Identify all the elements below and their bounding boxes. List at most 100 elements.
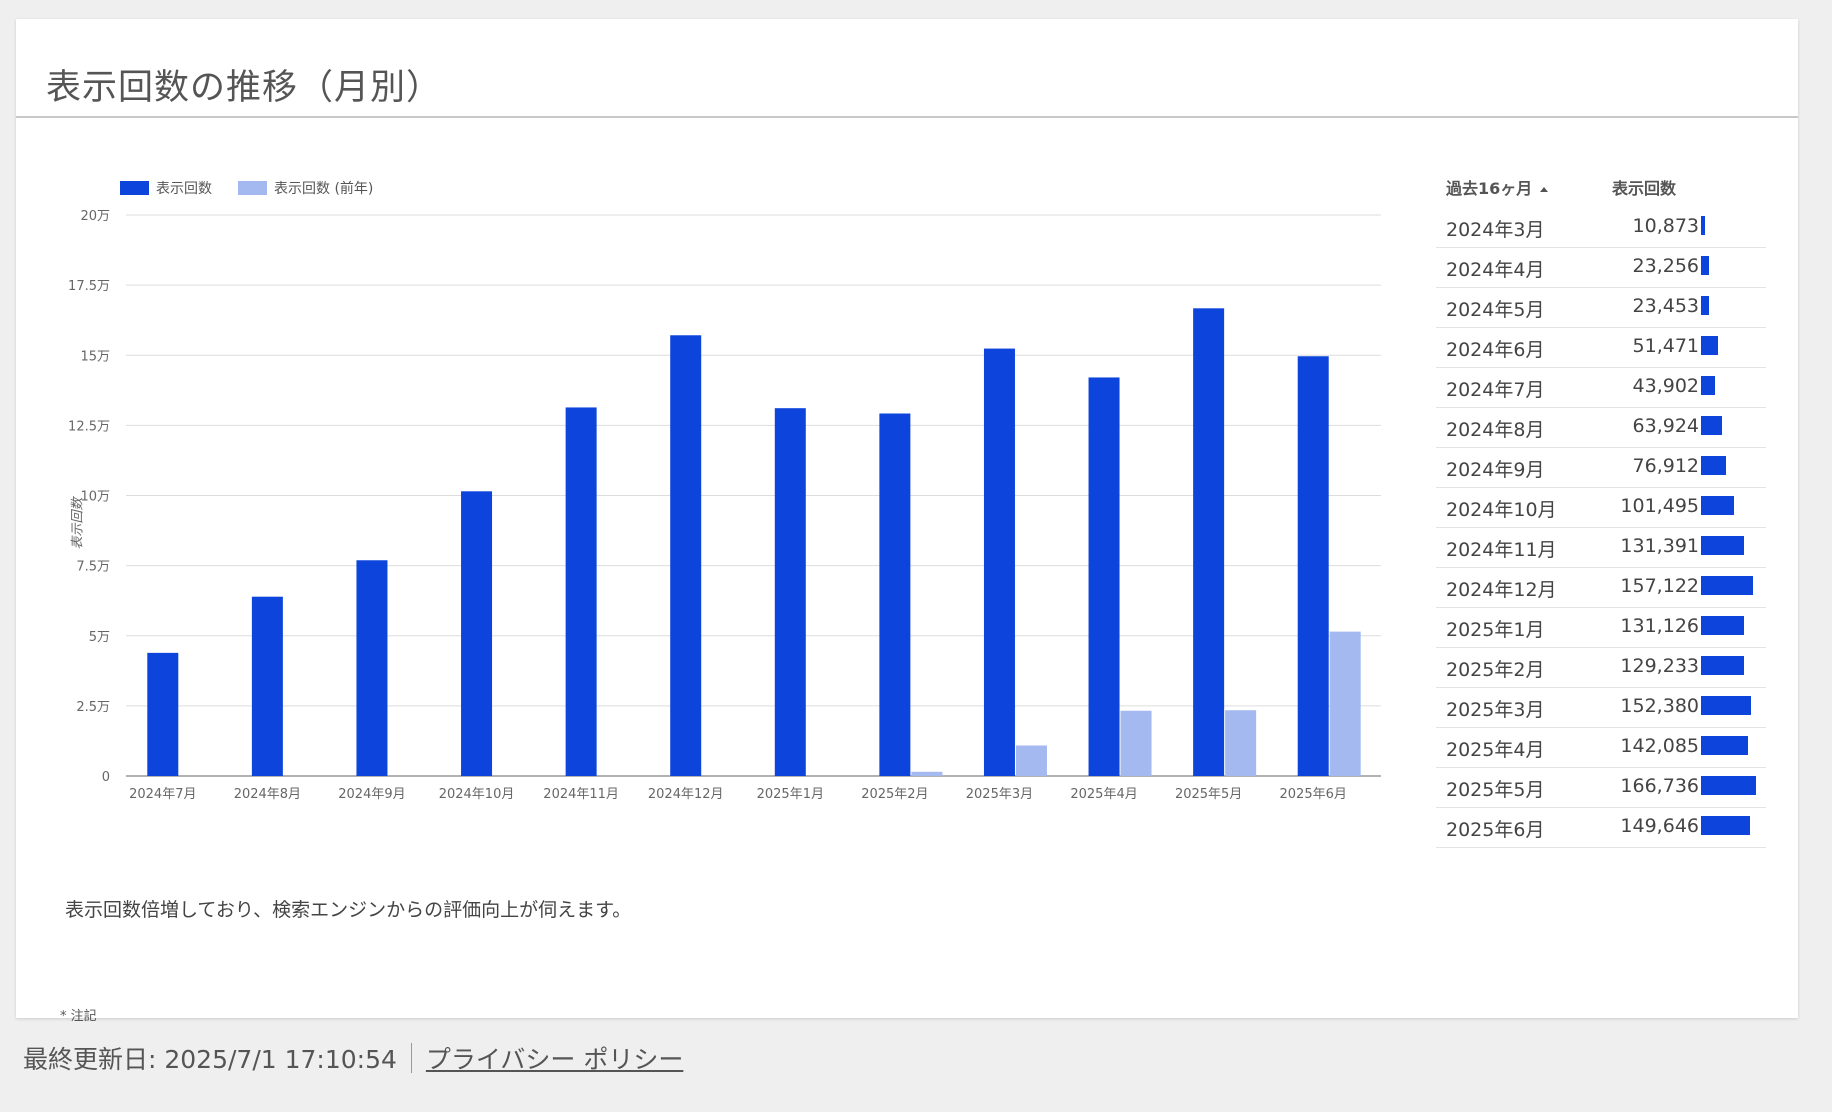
cell-value: 166,736 (1620, 775, 1699, 797)
table-header-month[interactable]: 過去16ヶ月 (1446, 175, 1549, 199)
table-row: 2024年9月 76,912 (1436, 447, 1766, 488)
y-tick-label: 2.5万 (76, 700, 110, 715)
table-header-value[interactable]: 表示回数 (1612, 175, 1676, 199)
cell-value: 23,453 (1632, 295, 1699, 317)
table-row: 2025年6月 149,646 (1436, 807, 1766, 848)
bar-current (1088, 377, 1120, 776)
bar-previous (1329, 631, 1361, 776)
table-row: 2024年11月 131,391 (1436, 527, 1766, 568)
cell-databar (1701, 416, 1723, 435)
cell-value: 43,902 (1632, 375, 1699, 397)
y-tick-label: 20万 (80, 209, 110, 224)
cell-month: 2024年3月 (1446, 219, 1545, 241)
bar-current (1193, 308, 1225, 776)
footnote: * 注記 (60, 1009, 97, 1024)
cell-databar (1701, 576, 1753, 595)
cell-databar (1701, 616, 1745, 635)
bar-previous (1015, 745, 1047, 776)
cell-value: 131,126 (1620, 615, 1699, 637)
x-tick-label: 2025年2月 (861, 787, 928, 802)
cell-value: 10,873 (1632, 215, 1699, 237)
y-tick-label: 0 (102, 770, 110, 785)
bar-previous (1225, 710, 1257, 776)
cell-databar (1701, 456, 1727, 475)
table-row: 2025年2月 129,233 (1436, 647, 1766, 688)
x-tick-label: 2025年3月 (966, 787, 1033, 802)
table-row: 2024年10月 101,495 (1436, 487, 1766, 528)
cell-databar (1701, 696, 1752, 715)
bar-current (670, 335, 702, 776)
table-row: 2024年4月 23,256 (1436, 247, 1766, 288)
privacy-policy-link[interactable]: プライバシー ポリシー (426, 1040, 683, 1076)
table-row: 2024年3月 10,873 (1436, 207, 1766, 248)
cell-value: 142,085 (1620, 735, 1699, 757)
cell-month: 2024年6月 (1446, 339, 1545, 361)
cell-value: 51,471 (1632, 335, 1699, 357)
y-tick-label: 10万 (80, 490, 110, 505)
cell-month: 2025年2月 (1446, 659, 1545, 681)
cell-month: 2025年6月 (1446, 819, 1545, 841)
x-tick-label: 2025年6月 (1280, 787, 1347, 802)
y-tick-label: 5万 (89, 630, 110, 645)
bar-previous (911, 771, 943, 776)
cell-month: 2024年4月 (1446, 259, 1545, 281)
cell-month: 2025年3月 (1446, 699, 1545, 721)
cell-month: 2025年1月 (1446, 619, 1545, 641)
bar-current (356, 560, 388, 776)
x-tick-label: 2024年7月 (129, 787, 196, 802)
bar-current (879, 413, 911, 776)
table-row: 2024年6月 51,471 (1436, 327, 1766, 368)
cell-databar (1701, 536, 1745, 555)
x-tick-label: 2025年5月 (1175, 787, 1242, 802)
cell-databar (1701, 376, 1716, 395)
cell-month: 2024年12月 (1446, 579, 1557, 601)
x-tick-label: 2024年9月 (338, 787, 405, 802)
cell-databar (1701, 496, 1735, 515)
table-row: 2024年8月 63,924 (1436, 407, 1766, 448)
x-tick-label: 2024年11月 (543, 787, 619, 802)
y-tick-label: 7.5万 (76, 560, 110, 575)
y-tick-label: 15万 (80, 349, 110, 364)
table-row: 2024年12月 157,122 (1436, 567, 1766, 608)
report-card: 表示回数の推移（月別） 表示回数 表示回数 (前年) 表示回数 0 2.5万 5万 7… (16, 19, 1798, 1024)
cell-value: 157,122 (1620, 575, 1699, 597)
y-tick-label: 17.5万 (68, 279, 110, 294)
cell-value: 129,233 (1620, 655, 1699, 677)
x-tick-label: 2024年10月 (439, 787, 515, 802)
cell-databar (1701, 256, 1709, 275)
cell-value: 131,391 (1620, 535, 1699, 557)
x-tick-label: 2024年8月 (234, 787, 301, 802)
cell-month: 2025年5月 (1446, 779, 1545, 801)
table-row: 2025年5月 166,736 (1436, 767, 1766, 808)
bar-current (251, 596, 283, 776)
cell-month: 2024年10月 (1446, 499, 1557, 521)
y-tick-label: 12.5万 (68, 419, 110, 434)
cell-month: 2024年5月 (1446, 299, 1545, 321)
cell-databar (1701, 736, 1748, 755)
cell-value: 63,924 (1632, 415, 1699, 437)
bar-current (1297, 356, 1329, 776)
cell-month: 2024年9月 (1446, 459, 1545, 481)
table-row: 2024年7月 43,902 (1436, 367, 1766, 408)
x-tick-label: 2024年12月 (648, 787, 724, 802)
cell-databar (1701, 816, 1751, 835)
footer: 最終更新日: 2025/7/1 17:10:54 プライバシー ポリシー (23, 1040, 683, 1076)
table-row: 2024年5月 23,453 (1436, 287, 1766, 328)
cell-value: 152,380 (1620, 695, 1699, 717)
bar-current (565, 407, 597, 776)
bar-current (983, 348, 1015, 776)
cell-value: 101,495 (1620, 495, 1699, 517)
cell-value: 23,256 (1632, 255, 1699, 277)
last-updated: 最終更新日: 2025/7/1 17:10:54 (23, 1045, 397, 1074)
footer-separator (410, 1043, 412, 1073)
cell-databar (1701, 296, 1709, 315)
table-row: 2025年3月 152,380 (1436, 687, 1766, 728)
x-tick-label: 2025年4月 (1070, 787, 1137, 802)
table-row: 2025年1月 131,126 (1436, 607, 1766, 648)
cell-databar (1701, 216, 1705, 235)
sort-ascending-icon (1540, 187, 1549, 192)
cell-databar (1701, 656, 1744, 675)
cell-month: 2024年11月 (1446, 539, 1557, 561)
bar-current (147, 652, 179, 776)
cell-value: 76,912 (1632, 455, 1699, 477)
